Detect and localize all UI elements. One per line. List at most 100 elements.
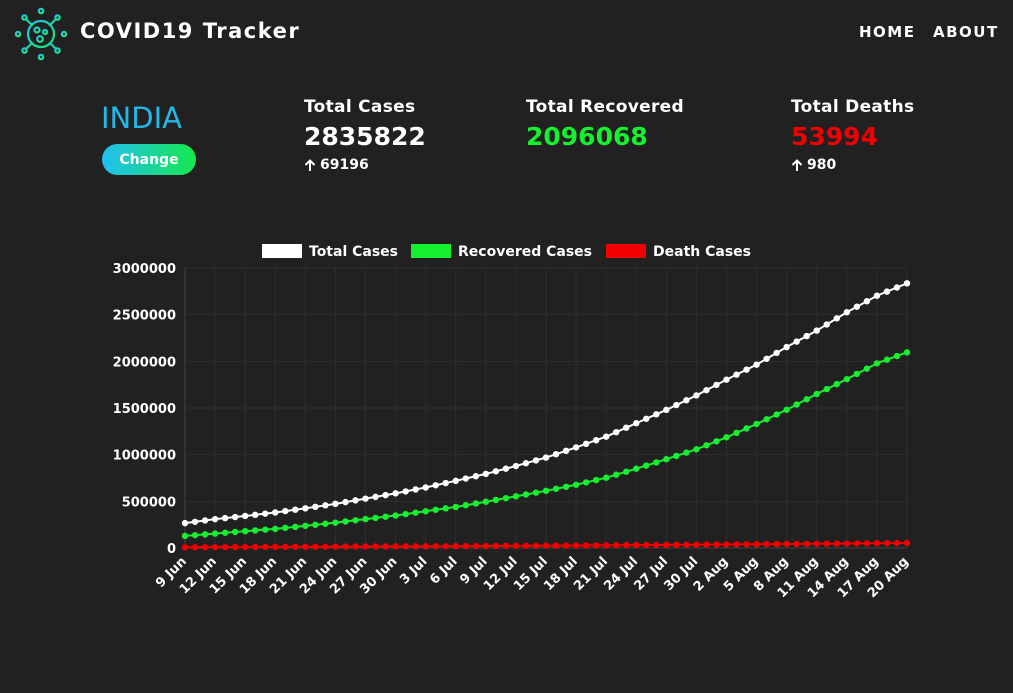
data-point bbox=[542, 542, 550, 549]
data-point bbox=[883, 288, 891, 295]
legend-swatch[interactable] bbox=[606, 244, 646, 258]
data-point bbox=[272, 509, 279, 516]
data-point bbox=[191, 531, 199, 539]
data-point bbox=[803, 396, 810, 403]
data-point bbox=[262, 510, 269, 517]
data-point bbox=[292, 523, 299, 531]
data-point bbox=[241, 512, 249, 520]
data-point bbox=[673, 401, 680, 409]
data-point bbox=[532, 457, 540, 464]
data-point bbox=[623, 424, 630, 431]
data-point bbox=[382, 491, 389, 499]
data-point bbox=[482, 498, 490, 505]
data-point bbox=[442, 479, 449, 487]
data-point bbox=[522, 542, 530, 549]
data-point bbox=[432, 482, 439, 489]
data-point bbox=[683, 541, 690, 548]
data-point bbox=[612, 471, 620, 478]
data-point bbox=[783, 406, 790, 413]
data-point bbox=[472, 473, 480, 480]
data-point bbox=[863, 298, 871, 305]
data-point bbox=[532, 489, 540, 496]
data-point bbox=[873, 360, 881, 367]
data-point bbox=[322, 502, 329, 509]
data-point bbox=[863, 365, 871, 372]
data-point bbox=[181, 544, 189, 551]
data-point bbox=[181, 519, 189, 527]
data-point bbox=[201, 531, 209, 538]
data-point bbox=[763, 416, 770, 423]
data-point bbox=[302, 505, 309, 512]
data-point bbox=[412, 509, 419, 516]
data-point bbox=[402, 543, 409, 550]
data-point bbox=[211, 515, 219, 523]
data-point bbox=[191, 518, 199, 525]
data-point bbox=[813, 390, 820, 398]
data-point bbox=[873, 540, 881, 547]
data-point bbox=[512, 493, 520, 500]
data-point bbox=[823, 540, 830, 547]
legend-label[interactable]: Recovered Cases bbox=[458, 244, 592, 260]
data-point bbox=[753, 541, 760, 548]
x-tick-label: 6 Jul bbox=[427, 554, 460, 587]
y-tick-label: 1500000 bbox=[113, 402, 176, 417]
data-point bbox=[262, 526, 269, 533]
data-point bbox=[482, 542, 490, 550]
data-point bbox=[733, 371, 740, 378]
data-point bbox=[883, 539, 891, 547]
data-point bbox=[653, 411, 660, 418]
data-point bbox=[853, 303, 861, 310]
legend-label[interactable]: Death Cases bbox=[653, 244, 751, 260]
data-point bbox=[432, 543, 439, 550]
data-point bbox=[372, 543, 379, 550]
data-point bbox=[663, 456, 670, 463]
data-point bbox=[502, 542, 510, 550]
data-point bbox=[663, 541, 670, 549]
data-point bbox=[412, 543, 419, 550]
data-point bbox=[813, 540, 820, 547]
data-point bbox=[562, 542, 570, 549]
x-tick-label: 3 Jul bbox=[397, 554, 430, 587]
data-point bbox=[582, 440, 590, 448]
legend-label[interactable]: Total Cases bbox=[309, 244, 398, 260]
data-point bbox=[292, 543, 299, 550]
data-point bbox=[532, 542, 540, 549]
y-tick-label: 0 bbox=[167, 542, 176, 557]
legend-swatch[interactable] bbox=[411, 244, 451, 258]
data-point bbox=[402, 488, 409, 495]
data-point bbox=[251, 511, 259, 519]
data-point bbox=[262, 543, 269, 551]
data-point bbox=[312, 503, 319, 511]
data-point bbox=[582, 479, 590, 486]
data-point bbox=[653, 459, 660, 466]
data-point bbox=[572, 481, 580, 488]
legend-swatch[interactable] bbox=[262, 244, 302, 258]
data-point bbox=[221, 514, 229, 522]
data-point bbox=[833, 380, 841, 388]
data-point bbox=[733, 541, 740, 548]
data-point bbox=[322, 543, 329, 550]
data-point bbox=[191, 544, 199, 551]
data-point bbox=[763, 540, 770, 548]
data-point bbox=[723, 434, 730, 441]
data-point bbox=[462, 475, 469, 482]
data-point bbox=[332, 543, 339, 550]
data-point bbox=[693, 541, 700, 548]
data-point bbox=[633, 465, 640, 472]
data-point bbox=[673, 452, 680, 460]
data-point bbox=[853, 370, 861, 378]
data-point bbox=[211, 530, 219, 537]
data-point bbox=[492, 496, 500, 504]
data-point bbox=[251, 527, 259, 534]
data-point bbox=[282, 507, 289, 515]
data-point bbox=[843, 309, 851, 316]
data-point bbox=[903, 349, 911, 356]
data-point bbox=[713, 438, 720, 445]
data-point bbox=[382, 543, 389, 550]
data-point bbox=[372, 493, 379, 501]
data-point bbox=[402, 510, 409, 518]
data-point bbox=[643, 415, 650, 422]
data-point bbox=[452, 477, 459, 485]
data-point bbox=[753, 420, 760, 428]
data-point bbox=[592, 437, 600, 444]
